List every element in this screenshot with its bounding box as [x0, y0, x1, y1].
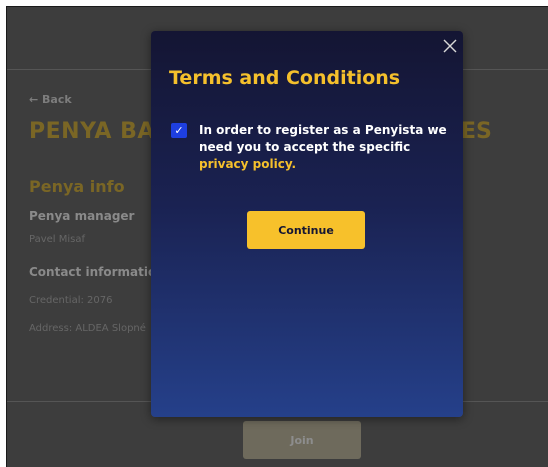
penya-info-heading: Penya info: [29, 177, 125, 196]
manager-label: Penya manager: [29, 209, 135, 223]
terms-modal: Terms and Conditions ✓ In order to regis…: [151, 31, 463, 417]
join-button[interactable]: Join: [243, 421, 361, 459]
continue-button[interactable]: Continue: [247, 211, 365, 249]
modal-title: Terms and Conditions: [169, 67, 401, 89]
close-icon: [443, 39, 457, 53]
penya-title-tail: ES: [461, 119, 492, 144]
credential-value: Credential: 2076: [29, 295, 113, 306]
consent-message: In order to register as a Penyista we ne…: [199, 123, 447, 154]
back-link[interactable]: ← Back: [29, 93, 72, 106]
consent-text: In order to register as a Penyista we ne…: [199, 122, 449, 173]
address-value: Address: ALDEA Slopné: [29, 323, 146, 334]
app-screen: ← Back PENYA BAR ES Penya info Penya man…: [6, 6, 548, 467]
accept-checkbox[interactable]: ✓: [171, 123, 187, 138]
manager-value: Pavel Misaf: [29, 234, 86, 245]
privacy-policy-link[interactable]: privacy policy.: [199, 157, 296, 171]
close-button[interactable]: [441, 37, 459, 55]
contact-label: Contact information: [29, 265, 165, 279]
